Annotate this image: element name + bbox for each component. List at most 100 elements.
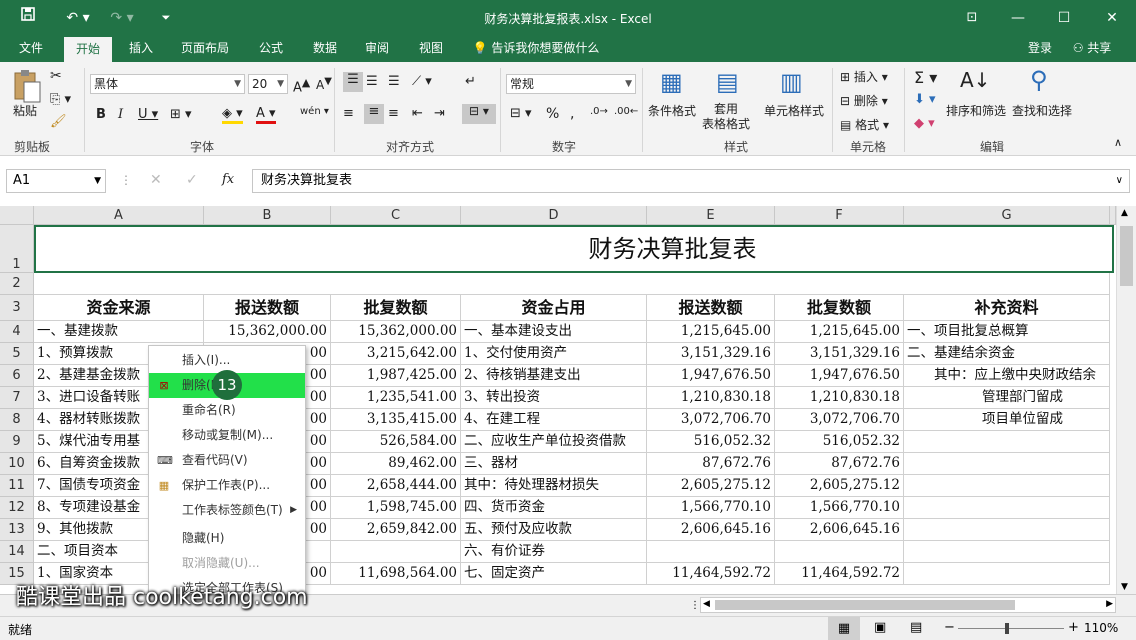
table-cell[interactable]: 其中：应上缴中央财政结余	[904, 365, 1110, 387]
table-cell[interactable]: 3,215,642.00	[331, 343, 461, 365]
table-cell[interactable]: 4、在建工程	[461, 409, 647, 431]
tab-formulas[interactable]: 公式	[248, 36, 294, 62]
header-cell[interactable]: 报送数额	[647, 295, 775, 321]
column-header[interactable]: D	[461, 206, 647, 225]
scroll-thumb[interactable]	[715, 600, 1015, 610]
scroll-up-icon[interactable]: ▲	[1121, 208, 1128, 218]
header-cell[interactable]: 资金来源	[34, 295, 204, 321]
table-cell[interactable]: 1,566,770.10	[775, 497, 904, 519]
row-header[interactable]: 1	[0, 225, 34, 273]
decrease-indent-icon[interactable]: ⇤	[412, 106, 423, 121]
table-cell[interactable]: 2,606,645.16	[775, 519, 904, 541]
table-cell[interactable]: 526,584.00	[331, 431, 461, 453]
font-color-icon[interactable]: A ▾	[256, 106, 276, 124]
zoom-slider[interactable]	[958, 628, 1064, 629]
vertical-scrollbar[interactable]: ▲ ▼	[1116, 206, 1136, 594]
table-cell[interactable]: 3,151,329.16	[647, 343, 775, 365]
table-cell[interactable]	[904, 497, 1110, 519]
cancel-icon[interactable]: ✕	[150, 172, 162, 188]
menu-move-copy[interactable]: 移动或复制(M)...	[149, 423, 305, 448]
expand-icon[interactable]: ∨	[1116, 170, 1123, 192]
table-cell[interactable]: 项目单位留成	[904, 409, 1110, 431]
row-header[interactable]: 8	[0, 409, 34, 431]
table-cell[interactable]	[775, 541, 904, 563]
table-cell[interactable]	[904, 519, 1110, 541]
table-cell[interactable]: 一、项目批复总概算	[904, 321, 1110, 343]
increase-indent-icon[interactable]: ⇥	[434, 106, 445, 121]
increase-decimal-icon[interactable]: .0→	[590, 106, 608, 117]
table-cell[interactable]: 11,464,592.72	[647, 563, 775, 585]
table-cell[interactable]: 2,605,275.12	[775, 475, 904, 497]
table-cell[interactable]: 516,052.32	[775, 431, 904, 453]
table-cell[interactable]: 1、交付使用资产	[461, 343, 647, 365]
table-cell[interactable]: 1,210,830.18	[775, 387, 904, 409]
conditional-format-button[interactable]: 条件格式	[648, 102, 696, 119]
table-cell[interactable]: 五、预付及应收款	[461, 519, 647, 541]
format-painter-icon[interactable]: 🖌	[50, 114, 67, 129]
enter-icon[interactable]: ✓	[186, 172, 198, 188]
scroll-left-icon[interactable]: ◀	[703, 599, 710, 609]
menu-tab-color[interactable]: 工作表标签颜色(T) ▶	[149, 498, 305, 523]
table-cell[interactable]	[904, 541, 1110, 563]
tab-home[interactable]: 开始	[64, 36, 112, 62]
table-cell[interactable]: 1,947,676.50	[647, 365, 775, 387]
select-all-corner[interactable]	[0, 206, 34, 225]
bold-icon[interactable]: B	[96, 107, 106, 122]
table-cell[interactable]: 1,598,745.00	[331, 497, 461, 519]
header-cell[interactable]: 批复数额	[331, 295, 461, 321]
row-header[interactable]: 7	[0, 387, 34, 409]
page-layout-view-icon[interactable]: ▣	[874, 620, 886, 635]
menu-hide[interactable]: 隐藏(H)	[149, 526, 305, 551]
tab-insert[interactable]: 插入	[118, 36, 164, 62]
table-cell[interactable]: 一、基建拨款	[34, 321, 204, 343]
table-cell[interactable]: 1,215,645.00	[647, 321, 775, 343]
table-cell[interactable]	[904, 431, 1110, 453]
find-select-button[interactable]: 查找和选择	[1012, 102, 1072, 119]
table-cell[interactable]: 3,072,706.70	[775, 409, 904, 431]
font-size-select[interactable]: 20 ▼	[248, 74, 288, 94]
row-header[interactable]: 10	[0, 453, 34, 475]
table-cell[interactable]: 11,464,592.72	[775, 563, 904, 585]
percent-icon[interactable]: %	[546, 106, 559, 122]
table-cell[interactable]: 七、固定资产	[461, 563, 647, 585]
table-cell[interactable]: 2,605,275.12	[647, 475, 775, 497]
menu-rename[interactable]: 重命名(R)	[149, 398, 305, 423]
table-cell[interactable]: 2,606,645.16	[647, 519, 775, 541]
paste-button[interactable]: 粘贴	[13, 102, 37, 119]
scroll-thumb[interactable]	[1120, 226, 1133, 286]
table-cell[interactable]: 1,987,425.00	[331, 365, 461, 387]
accounting-format-icon[interactable]: ⊟ ▾	[510, 106, 532, 121]
fill-color-icon[interactable]: ◈ ▾	[222, 106, 243, 124]
row-header[interactable]: 11	[0, 475, 34, 497]
column-header[interactable]: B	[204, 206, 331, 225]
comma-icon[interactable]: ,	[570, 106, 574, 122]
header-cell[interactable]: 资金占用	[461, 295, 647, 321]
format-as-table-button[interactable]: 套用 表格格式	[702, 102, 750, 132]
table-cell[interactable]: 2、待核销基建支出	[461, 365, 647, 387]
italic-icon[interactable]: I	[118, 107, 123, 122]
table-cell[interactable]	[904, 453, 1110, 475]
insert-cells-button[interactable]: ⊞ 插入 ▾	[840, 68, 888, 85]
row-header[interactable]: 14	[0, 541, 34, 563]
row-header[interactable]: 13	[0, 519, 34, 541]
table-cell[interactable]: 87,672.76	[647, 453, 775, 475]
column-header[interactable]: F	[775, 206, 904, 225]
row-header[interactable]: 4	[0, 321, 34, 343]
cut-icon[interactable]: ✂	[50, 68, 62, 84]
zoom-level[interactable]: 110%	[1084, 621, 1118, 635]
fill-icon[interactable]: ⬇ ▾	[914, 92, 936, 107]
header-cell[interactable]: 报送数额	[204, 295, 331, 321]
table-cell[interactable]: 2,659,842.00	[331, 519, 461, 541]
title-cell[interactable]: 财务决算批复表	[34, 225, 1114, 273]
phonetic-icon[interactable]: wén ▾	[300, 106, 329, 117]
paste-icon[interactable]	[12, 68, 42, 104]
table-cell[interactable]: 3,072,706.70	[647, 409, 775, 431]
format-cells-button[interactable]: ▤ 格式 ▾	[840, 116, 889, 133]
table-cell[interactable]: 一、基本建设支出	[461, 321, 647, 343]
column-header[interactable]: C	[331, 206, 461, 225]
orientation-icon[interactable]: ⟋ ▾	[412, 74, 432, 89]
table-cell[interactable]: 89,462.00	[331, 453, 461, 475]
maximize-icon[interactable]: ☐	[1052, 6, 1076, 30]
table-cell[interactable]	[904, 475, 1110, 497]
table-cell[interactable]	[331, 541, 461, 563]
